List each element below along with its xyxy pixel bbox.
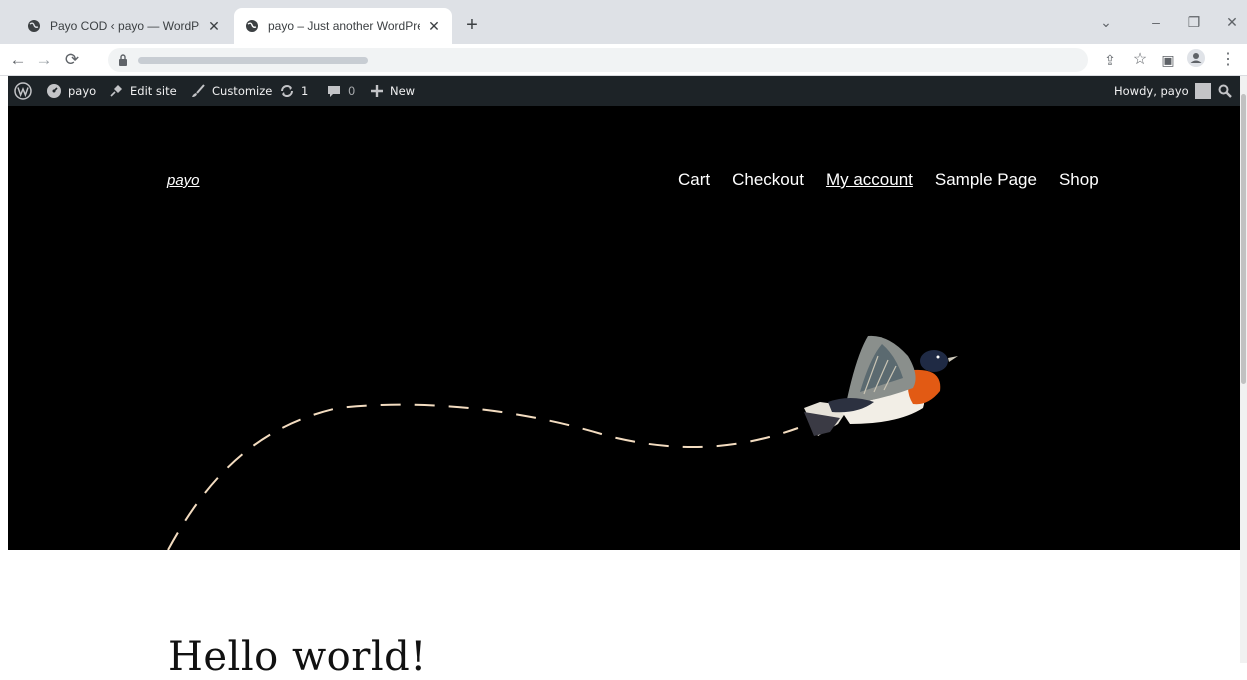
adminbar-site-link[interactable]: payo [46, 76, 96, 106]
globe-icon [26, 18, 42, 34]
blurred-url [138, 57, 368, 64]
adminbar-comments[interactable]: 0 [326, 76, 355, 106]
site-header-hero: payo Cart Checkout My account Sample Pag… [8, 106, 1240, 550]
tab-payo-site[interactable]: payo – Just another WordPress si ✕ [234, 8, 452, 44]
howdy-label: Howdy, payo [1114, 84, 1189, 98]
minimize-icon[interactable]: – [1146, 12, 1166, 32]
pushpin-edit-icon [108, 83, 124, 99]
tab-wordpress-admin[interactable]: Payo COD ‹ payo — WordPress ✕ [16, 8, 232, 44]
adminbar-customize-label: Customize [212, 84, 273, 98]
adminbar-customize[interactable]: Customize [190, 76, 272, 106]
browser-toolbar: ← → ⟳ ⇪ ☆ ▣ ⋮ [0, 44, 1247, 76]
wp-admin-bar: payo Edit site Customize 1 0 New Howdy, … [8, 76, 1240, 106]
share-icon[interactable]: ⇪ [1098, 48, 1122, 72]
bookmark-star-icon[interactable]: ☆ [1128, 48, 1152, 72]
nav-item-my-account[interactable]: My account [826, 170, 913, 190]
user-avatar [1194, 83, 1211, 99]
primary-navigation: Cart Checkout My account Sample Page Sho… [678, 170, 1099, 190]
dashboard-gauge-icon [46, 83, 62, 99]
maximize-icon[interactable]: ❐ [1184, 12, 1204, 32]
adminbar-my-account[interactable]: Howdy, payo [1114, 76, 1211, 106]
dashed-flight-path [167, 403, 799, 550]
adminbar-updates[interactable]: 1 [279, 76, 308, 106]
post-title[interactable]: Hello world! [168, 634, 427, 680]
adminbar-edit-site-label: Edit site [130, 84, 177, 98]
back-icon[interactable]: ← [6, 48, 30, 72]
reload-icon[interactable]: ⟳ [60, 48, 84, 72]
adminbar-new[interactable]: New [370, 76, 415, 106]
wordpress-logo-icon[interactable] [14, 76, 32, 106]
address-bar[interactable] [108, 48, 1088, 72]
site-title-link[interactable]: payo [167, 172, 200, 189]
browser-tab-strip: Payo COD ‹ payo — WordPress ✕ payo – Jus… [0, 0, 1247, 44]
tab-title: Payo COD ‹ payo — WordPress [50, 19, 200, 33]
forward-icon[interactable]: → [32, 48, 56, 72]
globe-icon [244, 18, 260, 34]
scrollbar-thumb[interactable] [1241, 94, 1246, 384]
close-window-icon[interactable]: ✕ [1222, 12, 1242, 32]
updates-refresh-icon [279, 83, 295, 99]
tab-title: payo – Just another WordPress si [268, 19, 420, 33]
nav-item-cart[interactable]: Cart [678, 170, 710, 190]
adminbar-comments-count: 0 [348, 84, 356, 98]
adminbar-new-label: New [390, 84, 416, 98]
plus-icon [370, 84, 384, 98]
close-tab-icon[interactable]: ✕ [206, 18, 222, 34]
adminbar-search-icon[interactable] [1218, 76, 1232, 106]
adminbar-site-label: payo [68, 84, 97, 98]
lock-icon [119, 54, 127, 66]
nav-item-shop[interactable]: Shop [1059, 170, 1099, 190]
browser-menu-icon[interactable]: ⋮ [1216, 48, 1240, 72]
side-panel-icon[interactable]: ▣ [1156, 48, 1180, 72]
page-scrollbar[interactable] [1240, 76, 1247, 663]
adminbar-updates-count: 1 [301, 84, 309, 98]
adminbar-edit-site[interactable]: Edit site [108, 76, 177, 106]
new-tab-button[interactable]: + [460, 14, 484, 38]
bird-illustration [804, 335, 958, 436]
paintbrush-icon [190, 83, 206, 99]
profile-avatar-icon[interactable] [1184, 48, 1208, 72]
comment-bubble-icon [326, 83, 342, 99]
tab-search-icon[interactable]: ⌄ [1096, 12, 1116, 32]
nav-item-checkout[interactable]: Checkout [732, 170, 804, 190]
close-tab-icon[interactable]: ✕ [426, 18, 442, 34]
nav-item-sample-page[interactable]: Sample Page [935, 170, 1037, 190]
